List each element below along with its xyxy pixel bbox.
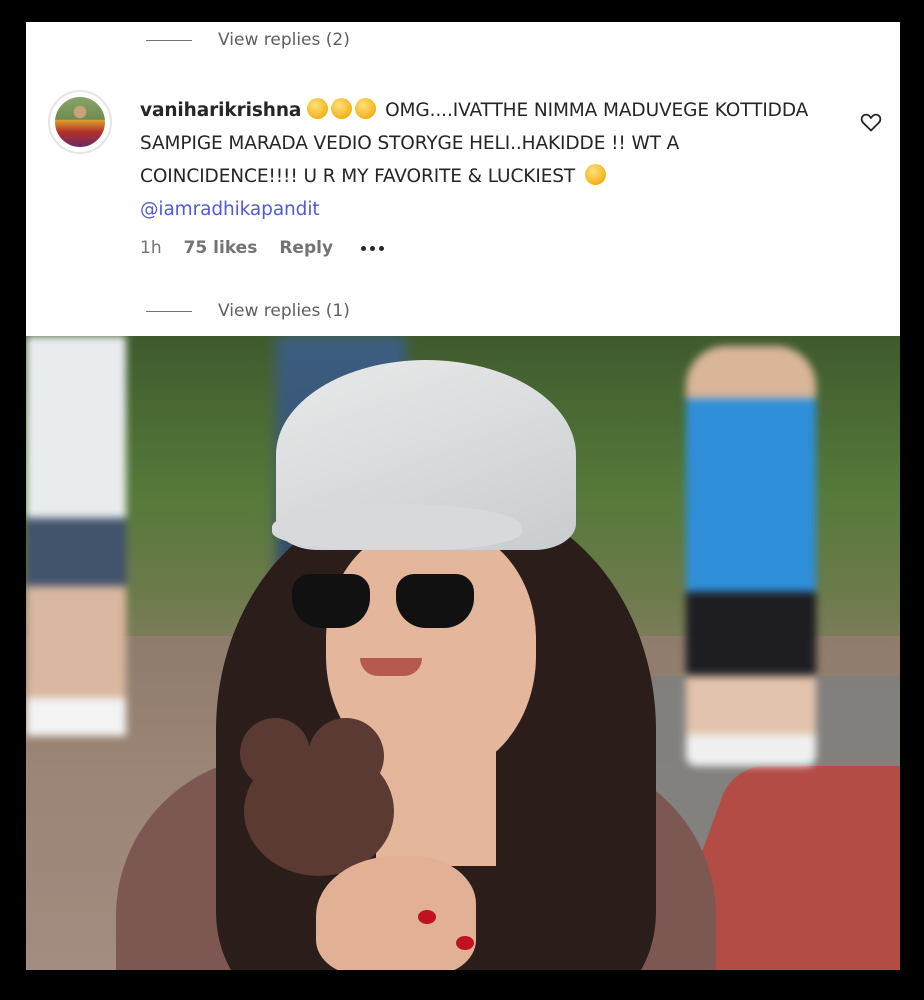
view-replies-bottom[interactable]: View replies (1) xyxy=(146,301,350,321)
reply-button[interactable]: Reply xyxy=(279,238,333,258)
mickey-icecream xyxy=(244,746,394,876)
view-replies-top[interactable]: View replies (2) xyxy=(146,30,350,50)
background-person xyxy=(26,336,126,736)
replies-divider xyxy=(146,39,192,41)
comment-body: vaniharikrishna OMG....IVATTHE NIMMA MAD… xyxy=(140,94,840,226)
comment-likes[interactable]: 75 likes xyxy=(184,238,258,258)
sunglasses xyxy=(292,574,370,628)
more-options-icon[interactable] xyxy=(361,245,385,251)
background-child xyxy=(686,346,816,766)
heart-icon[interactable] xyxy=(859,110,883,134)
comment-username[interactable]: vaniharikrishna xyxy=(140,100,301,121)
post-photo[interactable] xyxy=(26,336,900,970)
red-nail xyxy=(418,910,436,924)
smiling-face-emoji xyxy=(355,98,377,119)
heart-eyes-emoji xyxy=(584,164,606,185)
smiling-face-emoji xyxy=(307,98,329,119)
comment-mention[interactable]: @iamradhikapandit xyxy=(140,199,320,220)
comment-time: 1h xyxy=(140,238,162,258)
comment-meta: 1h 75 likes Reply xyxy=(140,238,385,258)
cap-brim xyxy=(272,504,522,550)
red-nail xyxy=(456,936,474,950)
avatar-image xyxy=(55,97,105,147)
sunglasses xyxy=(396,574,474,628)
smile xyxy=(360,658,422,676)
view-replies-label[interactable]: View replies (2) xyxy=(218,30,350,50)
replies-divider xyxy=(146,310,192,312)
avatar[interactable] xyxy=(48,90,112,154)
hand xyxy=(316,856,476,970)
kissing-face-emoji xyxy=(331,98,353,119)
view-replies-label[interactable]: View replies (1) xyxy=(218,301,350,321)
comment-panel: View replies (2) vaniharikrishna OMG....… xyxy=(26,22,900,336)
